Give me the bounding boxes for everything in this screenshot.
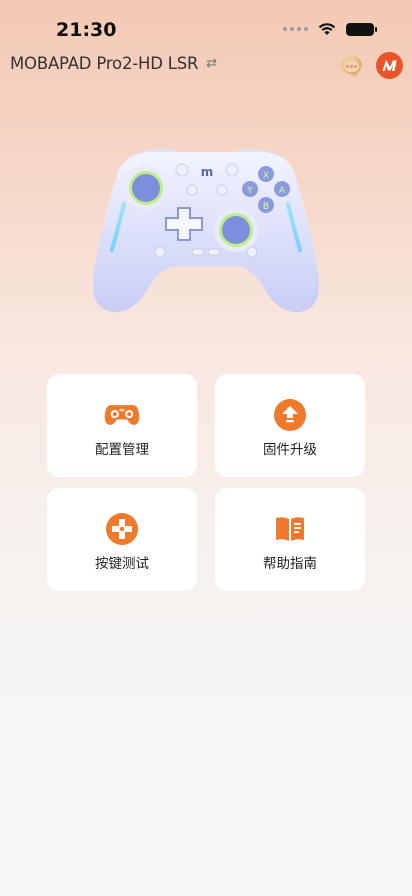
svg-text:m: m: [201, 165, 214, 179]
key-test-label: 按键测试: [95, 556, 149, 572]
battery-icon: [346, 22, 377, 36]
wifi-icon: [318, 23, 336, 35]
help-guide-label: 帮助指南: [263, 556, 317, 572]
face-button-y: Y: [246, 186, 253, 196]
controller-image: m X Y A B: [92, 149, 320, 313]
swap-icon: ⇄: [206, 56, 217, 71]
app-header: MOBAPAD Pro2-HD LSR ⇄: [0, 50, 412, 80]
book-icon: [272, 514, 308, 544]
device-switcher[interactable]: MOBAPAD Pro2-HD LSR ⇄: [10, 54, 217, 73]
help-guide-card[interactable]: 帮助指南: [215, 488, 365, 591]
gamepad-icon: [104, 400, 140, 430]
face-button-x: X: [263, 171, 269, 181]
key-test-card[interactable]: 按键测试: [47, 488, 197, 591]
face-button-b: B: [263, 202, 269, 212]
status-bar: 21:30: [0, 0, 412, 52]
headset-support-icon: [341, 55, 362, 76]
face-button-a: A: [279, 186, 286, 196]
firmware-upgrade-label: 固件升级: [263, 442, 317, 458]
device-name-label: MOBAPAD Pro2-HD LSR: [10, 54, 199, 73]
cellular-signal-icon: [283, 27, 308, 31]
status-icons: [283, 22, 377, 36]
upgrade-icon: [272, 399, 308, 431]
dpad-test-icon: [104, 513, 140, 545]
brand-profile-button[interactable]: [376, 52, 403, 79]
config-management-card[interactable]: 配置管理: [47, 374, 197, 477]
config-management-label: 配置管理: [95, 442, 149, 458]
support-button[interactable]: [338, 52, 365, 79]
status-time: 21:30: [56, 19, 117, 41]
mobapad-logo-icon: [382, 60, 397, 71]
firmware-upgrade-card[interactable]: 固件升级: [215, 374, 365, 477]
